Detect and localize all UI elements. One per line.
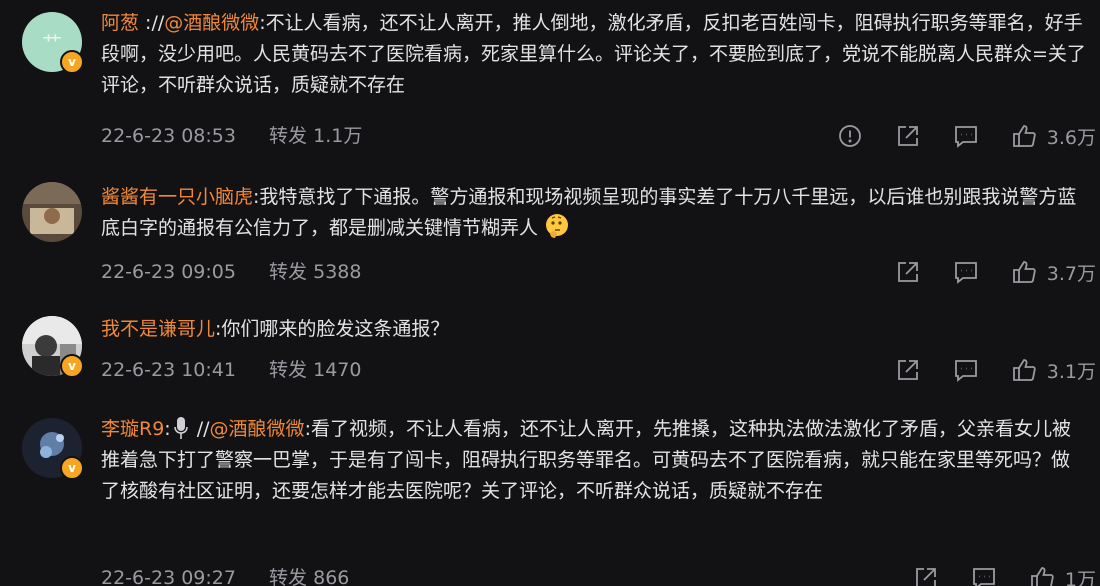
avatar[interactable]: 艹 v (22, 12, 84, 74)
comment-actions: 3.6万 (807, 121, 1096, 151)
timestamp: 22-6-23 10:41 (101, 359, 236, 381)
share-icon[interactable] (893, 121, 923, 151)
username-link[interactable]: 阿葱 (101, 12, 139, 34)
repost-info[interactable]: 转发 5388 (269, 260, 361, 284)
like-count: 3.1万 (1046, 360, 1096, 383)
verified-badge-icon: v (60, 50, 84, 74)
comment-meta: 22-6-23 08:53 转发 1.1万 (101, 124, 362, 148)
mention-link[interactable]: @酒酿微微 (164, 12, 259, 34)
comment-actions: 3.7万 (865, 257, 1096, 287)
avatar-image (22, 182, 82, 242)
like-count: 3.7万 (1046, 262, 1096, 285)
comment-text: 我不是谦哥儿:你们哪来的脸发这条通报？ (101, 314, 1086, 345)
username-link[interactable]: 酱酱有一只小脑虎 (101, 186, 253, 208)
thinking-face-emoji-icon (544, 213, 570, 239)
comment-text: 李璇R9: //@酒酿微微:看了视频，不让人看病，还不让人离开，先推搡，这种执法… (101, 414, 1086, 507)
repost-info[interactable]: 转发 1470 (269, 358, 361, 382)
like-count: 3.6万 (1046, 126, 1096, 149)
comment-body: :你们哪来的脸发这条通报？ (215, 318, 450, 340)
comment-actions: 1万 (883, 563, 1096, 586)
username-link[interactable]: 我不是谦哥儿 (101, 318, 215, 340)
comment-text: 酱酱有一只小脑虎:我特意找了下通报。警方通报和现场视频呈现的事实差了十万八千里远… (101, 182, 1086, 244)
comment-feed: 艹 v 阿葱 ://@酒酿微微:不让人看病，还不让人离开，推人倒地，激化矛盾，反… (0, 0, 1100, 586)
share-icon[interactable] (893, 257, 923, 287)
like-icon[interactable] (1009, 121, 1039, 151)
repost-info[interactable]: 转发 866 (269, 566, 349, 586)
like-count: 1万 (1064, 568, 1096, 586)
username-link[interactable]: 李璇R9 (101, 418, 164, 440)
comment-icon[interactable] (969, 563, 999, 586)
verified-badge-icon: v (60, 354, 84, 378)
comment-meta: 22-6-23 10:41 转发 1470 (101, 358, 361, 382)
microphone-icon (173, 415, 189, 441)
like-icon[interactable] (1009, 257, 1039, 287)
verified-badge-icon: v (60, 456, 84, 480)
repost-prefix: :// (139, 12, 165, 34)
comment-meta: 22-6-23 09:27 转发 866 (101, 566, 349, 586)
comment-actions: 3.1万 (865, 355, 1096, 385)
repost-separator: // (190, 418, 210, 440)
comment-text: 阿葱 ://@酒酿微微:不让人看病，还不让人离开，推人倒地，激化矛盾，反扣老百姓… (101, 8, 1086, 101)
comment-meta: 22-6-23 09:05 转发 5388 (101, 260, 361, 284)
comment-icon[interactable] (951, 257, 981, 287)
avatar[interactable]: v (22, 418, 84, 480)
share-icon[interactable] (911, 563, 941, 586)
like-icon[interactable] (1027, 563, 1057, 586)
timestamp: 22-6-23 08:53 (101, 125, 236, 147)
repost-prefix: : (164, 418, 171, 440)
like-icon[interactable] (1009, 355, 1039, 385)
svg-text:艹: 艹 (42, 31, 62, 55)
repost-info[interactable]: 转发 1.1万 (269, 124, 362, 148)
mention-link[interactable]: @酒酿微微 (210, 418, 305, 440)
share-icon[interactable] (893, 355, 923, 385)
timestamp: 22-6-23 09:27 (101, 567, 236, 586)
avatar[interactable]: v (22, 316, 84, 378)
comment-icon[interactable] (951, 121, 981, 151)
comment-icon[interactable] (951, 355, 981, 385)
report-icon[interactable] (835, 121, 865, 151)
timestamp: 22-6-23 09:05 (101, 261, 236, 283)
avatar[interactable] (22, 182, 82, 242)
